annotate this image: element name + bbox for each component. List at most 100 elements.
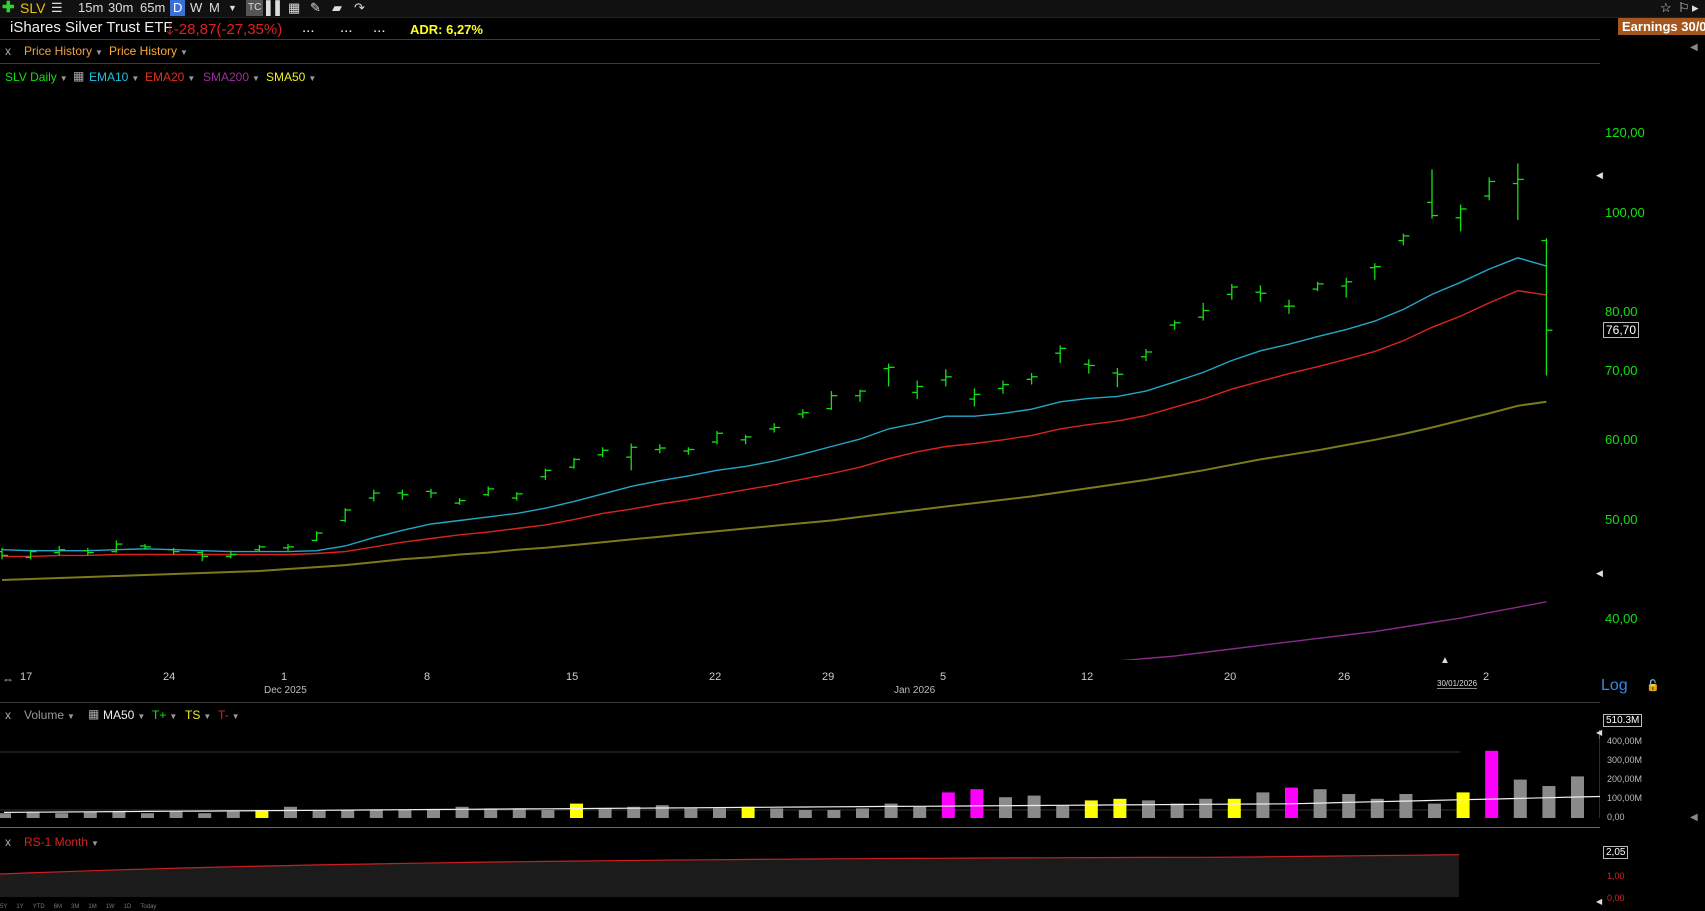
volume-bar[interactable] [427, 810, 440, 818]
interval-daily[interactable]: D [170, 0, 186, 16]
ohlc-bar[interactable] [511, 492, 523, 501]
ohlc-bar[interactable] [1169, 320, 1181, 330]
ohlc-bar[interactable] [683, 447, 695, 455]
ohlc-bar[interactable] [1484, 177, 1496, 201]
volume-bar[interactable] [1027, 795, 1041, 818]
ohlc-bar[interactable] [1141, 348, 1152, 362]
ohlc-bar[interactable] [254, 545, 266, 552]
volume-bar[interactable] [827, 810, 841, 818]
interval-65m[interactable]: 65m [140, 0, 165, 16]
volume-bar[interactable] [369, 810, 383, 818]
volume-bar[interactable] [1227, 798, 1241, 818]
pane-collapse-icon[interactable]: ◀ [1690, 812, 1698, 823]
scroll-arrows-icon[interactable]: ⇔ [2, 672, 14, 686]
ohlc-bar[interactable] [883, 363, 895, 387]
ohlc-bar[interactable] [654, 444, 666, 454]
volume-bar[interactable] [169, 811, 183, 818]
lock-icon[interactable]: 🔓 [1646, 679, 1660, 692]
ohlc-bar[interactable] [1198, 302, 1210, 321]
interval-monthly[interactable]: M [209, 0, 220, 16]
menu-icon[interactable]: ▸ [1692, 0, 1699, 16]
ohlc-bar[interactable] [712, 431, 723, 445]
info-dots-2[interactable]: ... [340, 19, 353, 36]
volume-bar[interactable] [884, 803, 898, 818]
ohlc-bar[interactable] [111, 540, 123, 553]
ohlc-bar[interactable] [912, 380, 924, 400]
volume-bar[interactable] [1256, 792, 1270, 818]
volume-bar[interactable] [741, 806, 755, 818]
volume-bar[interactable] [1285, 787, 1298, 818]
ohlc-bar[interactable] [397, 489, 409, 500]
interval-dropdown-icon[interactable]: ▼ [228, 0, 237, 16]
ohlc-bar[interactable] [1255, 285, 1267, 302]
ohlc-bar[interactable] [1398, 233, 1410, 246]
ohlc-bar[interactable] [340, 508, 352, 523]
tab-price-history-1[interactable]: Price History ▼ [24, 44, 103, 58]
volume-bar[interactable] [999, 797, 1012, 818]
range-ytd[interactable]: YTD [33, 904, 45, 910]
ohlc-bar[interactable] [1284, 299, 1295, 314]
volume-bar[interactable] [226, 811, 240, 818]
volume-bar[interactable] [541, 810, 555, 818]
ohlc-bar[interactable] [998, 380, 1009, 394]
interval-30m[interactable]: 30m [108, 0, 133, 16]
volume-bar[interactable] [1056, 805, 1070, 818]
star-icon[interactable]: ☆ [1660, 0, 1672, 16]
volume-bar[interactable] [512, 808, 526, 818]
volume-bar[interactable] [1456, 792, 1470, 818]
ohlc-bar[interactable] [1055, 345, 1067, 363]
volume-bar[interactable] [484, 808, 498, 818]
volume-bar[interactable] [1485, 750, 1499, 818]
interval-weekly[interactable]: W [190, 0, 202, 16]
interval-15m[interactable]: 15m [78, 0, 103, 16]
share-icon[interactable]: ↷ [354, 0, 365, 16]
range-6m[interactable]: 6M [54, 904, 62, 910]
ohlc-bar[interactable] [1226, 283, 1238, 300]
ohlc-bar[interactable] [569, 457, 580, 469]
range-3m[interactable]: 3M [71, 904, 79, 910]
volume-bar[interactable] [770, 808, 784, 818]
flag-icon[interactable]: ⚐ [1678, 0, 1690, 16]
ohlc-bar[interactable] [597, 447, 609, 458]
ohlc-bar[interactable] [826, 391, 838, 410]
volume-bar[interactable] [1113, 798, 1127, 818]
ohlc-bar[interactable] [626, 443, 638, 471]
volume-bar[interactable] [455, 806, 469, 818]
ohlc-bar[interactable] [1369, 263, 1381, 280]
volume-bar[interactable] [55, 813, 69, 818]
volume-bar[interactable] [856, 808, 869, 818]
ohlc-bar[interactable] [1512, 163, 1524, 220]
ohlc-bar[interactable] [1083, 359, 1095, 374]
ohlc-bar[interactable] [311, 531, 323, 542]
range-1w[interactable]: 1W [106, 904, 115, 910]
volume-chart[interactable] [0, 700, 1600, 820]
ohlc-bar[interactable] [82, 547, 94, 556]
range-today[interactable]: Today [140, 904, 156, 910]
volume-bar[interactable] [1542, 786, 1556, 818]
volume-bar[interactable] [1170, 803, 1184, 818]
volume-bar[interactable] [341, 810, 355, 818]
volume-bar[interactable] [1084, 800, 1098, 818]
ohlc-bar[interactable] [855, 389, 866, 402]
ohlc-bar[interactable] [368, 489, 380, 502]
ohlc-bar[interactable] [197, 550, 209, 562]
volume-bar[interactable] [713, 808, 726, 818]
earnings-badge[interactable]: Earnings 30/0 [1618, 18, 1705, 35]
volume-bar[interactable] [1199, 798, 1213, 818]
grid-icon[interactable]: ▦ [288, 0, 300, 16]
ohlc-bar[interactable] [454, 498, 466, 505]
ohlc-bar[interactable] [540, 468, 552, 480]
ohlc-bar[interactable] [1312, 281, 1324, 292]
ohlc-bar[interactable] [740, 434, 752, 445]
volume-bar[interactable] [1428, 803, 1441, 818]
info-dots-1[interactable]: ... [302, 19, 315, 36]
ohlc-bar[interactable] [483, 486, 495, 497]
volume-bar[interactable] [198, 813, 212, 818]
ohlc-bar[interactable] [969, 388, 981, 407]
info-dots-3[interactable]: ... [373, 19, 386, 36]
price-chart[interactable] [0, 60, 1600, 660]
range-1d[interactable]: 1D [124, 904, 132, 910]
ohlc-bar[interactable] [1455, 204, 1467, 232]
volume-bar[interactable] [141, 813, 154, 818]
volume-bar[interactable] [655, 805, 669, 818]
